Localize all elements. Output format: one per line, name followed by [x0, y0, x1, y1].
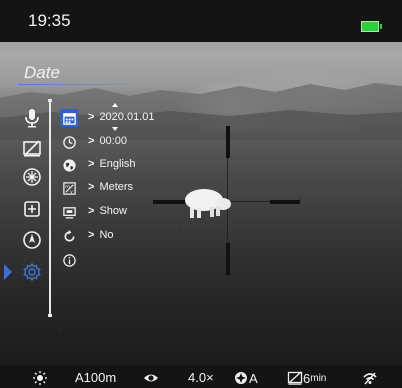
reset-icon	[60, 227, 78, 245]
settings-gear-icon[interactable]	[21, 261, 43, 283]
microphone-icon[interactable]	[21, 107, 43, 129]
date-setting-row[interactable]: >2020.01.01	[60, 108, 200, 128]
menu-title: Date	[24, 63, 60, 82]
date-value: 2020.01.01	[99, 111, 155, 123]
display-timeout-value: 6	[303, 370, 311, 386]
aperture-icon[interactable]	[21, 166, 43, 188]
time-value: 00:00	[99, 135, 127, 147]
time-setting-row[interactable]: >00:00	[60, 132, 200, 152]
display-value: Show	[99, 205, 127, 217]
ir-mode-value: A	[249, 370, 258, 386]
wifi-off-icon	[362, 370, 378, 386]
zoom-readout: 4.0×	[188, 370, 214, 385]
active-item-indicator	[4, 264, 12, 280]
svg-text:y: y	[69, 190, 72, 195]
display-setting-row[interactable]: > Show	[60, 202, 200, 222]
distance-readout: A100m	[75, 370, 117, 385]
display-off-icon[interactable]	[21, 137, 43, 159]
reset-setting-row[interactable]: > No	[60, 226, 200, 246]
status-bar: 19:35	[0, 0, 402, 42]
units-setting-row[interactable]: my > Meters	[60, 178, 200, 198]
menu-divider-tick	[48, 314, 52, 317]
add-square-icon[interactable]	[21, 198, 43, 220]
units-value: Meters	[99, 181, 134, 193]
title-underline	[18, 84, 130, 85]
display-icon	[60, 203, 78, 221]
ir-icon	[235, 372, 247, 384]
eye-icon	[143, 370, 159, 386]
battery-icon	[361, 21, 382, 32]
reticle-bottom	[226, 243, 230, 275]
value-increase-arrow[interactable]	[112, 103, 118, 107]
reticle-right	[270, 200, 300, 204]
info-icon	[60, 251, 78, 269]
display-timeout: 6 min	[287, 370, 326, 386]
language-setting-row[interactable]: > English	[60, 155, 200, 175]
viewfinder-screen: 19:35 Date > 2020.01.01 > 00:00 > Englis…	[0, 0, 402, 388]
screen-off-icon	[287, 371, 303, 385]
menu-divider-tick	[48, 99, 52, 102]
calendar-icon	[60, 109, 78, 127]
display-timeout-unit: min	[310, 372, 327, 384]
menu-divider	[49, 99, 51, 317]
reticle-top	[226, 126, 230, 158]
language-value: English	[99, 158, 136, 170]
compass-icon[interactable]	[21, 229, 43, 251]
info-setting-row[interactable]	[60, 250, 200, 270]
brightness-icon	[32, 370, 48, 386]
units-icon: my	[60, 179, 78, 197]
reset-value: No	[99, 229, 114, 241]
ir-mode: A	[233, 370, 258, 386]
clock-time: 19:35	[28, 11, 71, 30]
clock-icon	[60, 133, 78, 151]
globe-icon	[60, 156, 78, 174]
